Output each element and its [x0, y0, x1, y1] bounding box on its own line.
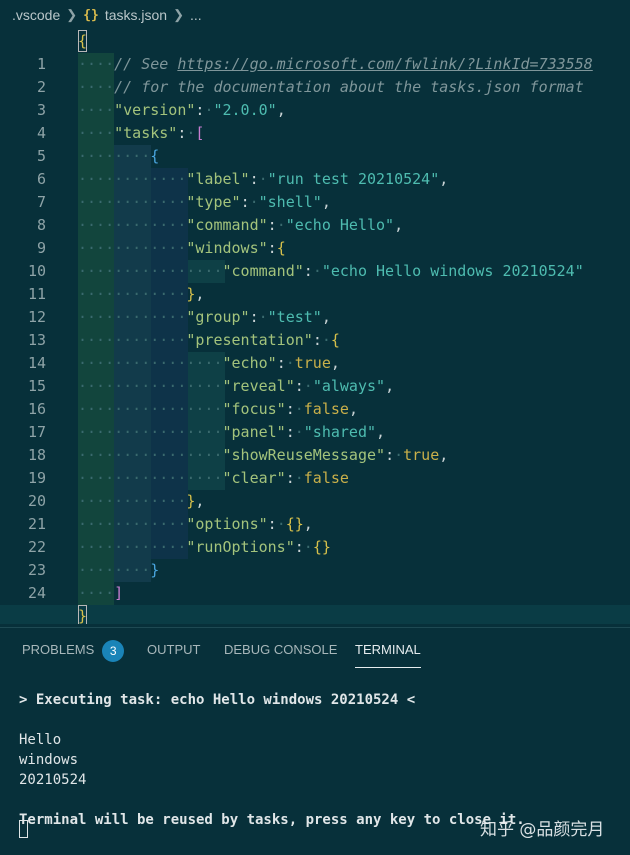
- code-line-current[interactable]: 26 }: [0, 605, 630, 624]
- code-line[interactable]: 10 ············"windows":{: [0, 237, 630, 280]
- problems-count-badge: 3: [102, 639, 125, 662]
- code-line[interactable]: 13 ············"group":·"test",: [0, 306, 630, 349]
- tab-problems[interactable]: PROBLEMS 3: [22, 628, 125, 670]
- watermark: 知乎 @品颜完月: [480, 820, 605, 840]
- json-string: "test": [267, 308, 322, 326]
- json-boolean: false: [303, 469, 349, 487]
- comment: // See: [114, 55, 178, 73]
- json-string: "2.0.0": [213, 101, 277, 119]
- json-key: "showReuseMessage": [222, 446, 386, 464]
- code-line[interactable]: 14 ············"presentation":·{: [0, 329, 630, 372]
- json-key: "version": [114, 101, 196, 119]
- json-key: "reveal": [222, 377, 295, 395]
- json-key: "group": [186, 308, 250, 326]
- code-line[interactable]: 15 ················"echo":·true,: [0, 352, 630, 395]
- json-string: "echo Hello": [285, 216, 395, 234]
- code-line[interactable]: 24 ········}: [0, 559, 630, 602]
- chevron-right-icon: ❯: [66, 7, 78, 22]
- json-key: "tasks": [114, 124, 178, 142]
- json-boolean: false: [303, 400, 349, 418]
- terminal-cursor: [19, 820, 28, 838]
- comment-link[interactable]: https://go.microsoft.com/fwlink/?LinkId=…: [177, 55, 592, 73]
- json-empty-object: {}: [285, 515, 304, 533]
- terminal-output-line: windows: [19, 752, 79, 768]
- tab-problems-label: PROBLEMS: [22, 642, 95, 657]
- code-line[interactable]: 5 ····"tasks":·[: [0, 122, 630, 165]
- terminal-output-line: Hello: [19, 732, 62, 748]
- code-line[interactable]: 9 ············"command":·"echo Hello",: [0, 214, 630, 257]
- json-key: "clear": [222, 469, 286, 487]
- json-string: "always": [312, 377, 386, 395]
- code-line[interactable]: 12 ············},: [0, 283, 630, 326]
- json-boolean: true: [403, 446, 440, 464]
- json-key: "panel": [222, 423, 286, 441]
- breadcrumb: .vscode ❯ {} tasks.json ❯ ...: [0, 0, 630, 30]
- json-key: "focus": [222, 400, 286, 418]
- code-line[interactable]: 22 ············"options":·{},: [0, 513, 630, 556]
- code-line[interactable]: 1 {: [0, 30, 630, 73]
- code-line[interactable]: 19 ················"showReuseMessage":·t…: [0, 444, 630, 487]
- code-line[interactable]: 16 ················"reveal":·"always",: [0, 375, 630, 418]
- json-key: "options": [186, 515, 268, 533]
- breadcrumb-symbols[interactable]: ...: [190, 7, 202, 23]
- terminal-output-line: 20210524: [19, 772, 87, 788]
- json-string: "shared": [303, 423, 377, 441]
- chevron-right-icon: ❯: [173, 7, 184, 22]
- code-line[interactable]: 17 ················"focus":·false,: [0, 398, 630, 441]
- code-line[interactable]: 2 ····// See https://go.microsoft.com/fw…: [0, 53, 630, 96]
- code-line[interactable]: 8 ············"type":·"shell",: [0, 191, 630, 234]
- code-line[interactable]: 7 ············"label":·"run test 2021052…: [0, 168, 630, 211]
- code-line[interactable]: 23 ············"runOptions":·{}: [0, 536, 630, 579]
- json-string: "shell": [258, 193, 322, 211]
- json-file-icon: {}: [83, 7, 99, 23]
- close-brace: }: [78, 607, 88, 624]
- json-key: "echo": [222, 354, 277, 372]
- json-key: "presentation": [186, 331, 313, 349]
- json-string: "run test 20210524": [267, 170, 440, 188]
- code-line[interactable]: 25 ····]: [0, 582, 630, 624]
- json-boolean: true: [294, 354, 331, 372]
- code-line[interactable]: 11 ················"command":·"echo Hell…: [0, 260, 630, 303]
- terminal-executing-line: > Executing task: echo Hello windows 202…: [19, 692, 416, 708]
- code-line[interactable]: 21 ············},: [0, 490, 630, 533]
- terminal-footer-line: Terminal will be reused by tasks, press …: [19, 812, 525, 828]
- code-line[interactable]: 6 ········{: [0, 145, 630, 188]
- json-key: "type": [186, 193, 241, 211]
- tab-output[interactable]: OUTPUT: [147, 628, 200, 670]
- json-empty-object: {}: [312, 538, 331, 556]
- open-brace: {: [78, 32, 88, 50]
- json-string: "echo Hello windows 20210524": [321, 262, 584, 280]
- json-key: "label": [186, 170, 250, 188]
- json-key: "command": [186, 216, 268, 234]
- code-line[interactable]: 3 ····// for the documentation about the…: [0, 76, 630, 119]
- json-key: "command": [222, 262, 304, 280]
- json-key: "runOptions": [186, 538, 295, 556]
- code-editor[interactable]: 1 { 2 ····// See https://go.microsoft.co…: [0, 30, 630, 624]
- tab-terminal[interactable]: TERMINAL: [355, 628, 421, 670]
- json-key: "windows": [186, 239, 268, 257]
- tab-debug-console[interactable]: DEBUG CONSOLE: [224, 628, 337, 670]
- code-line[interactable]: 4 ····"version":·"2.0.0",: [0, 99, 630, 142]
- comment: // for the documentation about the tasks…: [114, 78, 584, 96]
- breadcrumb-folder[interactable]: .vscode: [12, 7, 60, 23]
- breadcrumb-file[interactable]: tasks.json: [105, 7, 167, 23]
- code-line[interactable]: 20 ················"clear":·false: [0, 467, 630, 510]
- panel-tab-bar: PROBLEMS 3 OUTPUT DEBUG CONSOLE TERMINAL: [0, 628, 630, 670]
- code-line[interactable]: 18 ················"panel":·"shared",: [0, 421, 630, 464]
